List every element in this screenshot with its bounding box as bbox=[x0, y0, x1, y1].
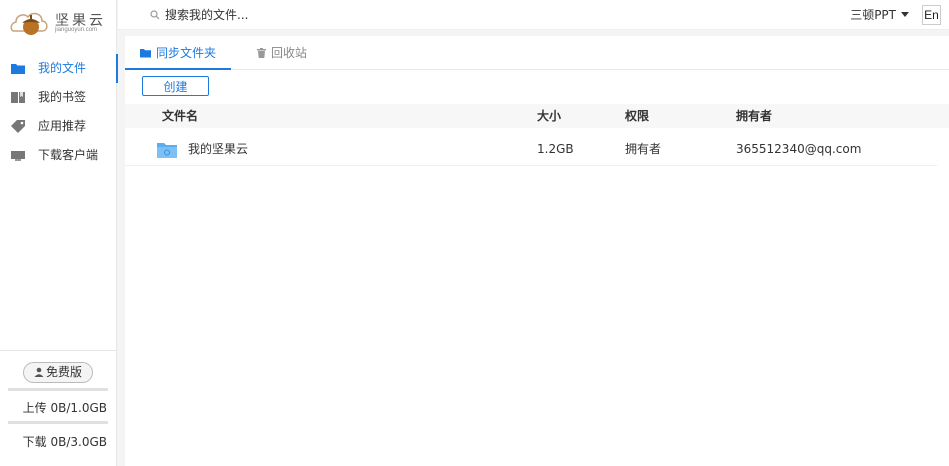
app-window: 坚果云 jianguoyun.com 我的文件 我的书签 应用推荐 下载客户端 … bbox=[0, 0, 949, 466]
top-bar: 三顿PPT En bbox=[118, 0, 949, 30]
divider bbox=[0, 350, 117, 351]
tag-icon bbox=[11, 120, 25, 133]
caret-down-icon bbox=[901, 12, 909, 17]
sidebar-item-my-files[interactable]: 我的文件 bbox=[0, 54, 118, 83]
file-owner: 365512340@qq.com bbox=[736, 142, 862, 156]
sidebar-item-download-client[interactable]: 下载客户端 bbox=[0, 141, 117, 170]
tab-recycle-bin[interactable]: 回收站 bbox=[257, 36, 307, 70]
sidebar-nav: 我的文件 我的书签 应用推荐 下载客户端 bbox=[0, 54, 118, 170]
tab-bar: 同步文件夹 回收站 bbox=[125, 36, 949, 70]
folder-icon bbox=[11, 64, 25, 74]
create-button[interactable]: 创建 bbox=[142, 76, 209, 96]
column-header-permission[interactable]: 权限 bbox=[625, 104, 649, 128]
table-row[interactable]: 我的坚果云 1.2GB 拥有者 365512340@qq.com bbox=[125, 132, 937, 166]
search-input[interactable] bbox=[148, 6, 448, 24]
plan-badge[interactable]: 免费版 bbox=[23, 362, 93, 383]
sidebar-item-app-recommend[interactable]: 应用推荐 bbox=[0, 112, 117, 141]
sidebar: 坚果云 jianguoyun.com 我的文件 我的书签 应用推荐 下载客户端 … bbox=[0, 0, 118, 466]
upload-quota-text: 上传 0B/1.0GB bbox=[22, 401, 107, 415]
folder-icon bbox=[140, 49, 151, 58]
language-button[interactable]: En bbox=[922, 5, 941, 25]
sidebar-item-label: 我的书签 bbox=[38, 90, 87, 104]
upload-quota-bar bbox=[8, 388, 108, 391]
column-header-name[interactable]: 文件名 bbox=[162, 104, 198, 128]
download-quota-text: 下载 0B/3.0GB bbox=[22, 435, 107, 449]
tab-sync-folders[interactable]: 同步文件夹 bbox=[125, 36, 231, 70]
trash-icon bbox=[257, 48, 266, 58]
tab-label: 同步文件夹 bbox=[156, 46, 217, 60]
file-permission: 拥有者 bbox=[625, 142, 662, 156]
sidebar-item-label: 下载客户端 bbox=[38, 148, 99, 162]
column-header-size[interactable]: 大小 bbox=[537, 104, 561, 128]
main-panel: 同步文件夹 回收站 创建 文件名 大小 权限 拥有者 我的坚果云 1.2GB 拥… bbox=[125, 36, 949, 466]
sidebar-item-label: 应用推荐 bbox=[38, 119, 87, 133]
brand-logo[interactable]: 坚果云 jianguoyun.com bbox=[10, 5, 110, 39]
user-menu[interactable]: 三顿PPT bbox=[850, 6, 909, 23]
plan-badge-label: 免费版 bbox=[45, 365, 82, 379]
monitor-icon bbox=[11, 151, 25, 161]
sidebar-item-bookmarks[interactable]: 我的书签 bbox=[0, 83, 117, 112]
column-header-owner[interactable]: 拥有者 bbox=[736, 104, 772, 128]
user-name: 三顿PPT bbox=[850, 8, 896, 22]
tab-label: 回收站 bbox=[271, 46, 308, 60]
sidebar-item-label: 我的文件 bbox=[38, 61, 87, 75]
brand-domain: jianguoyun.com bbox=[55, 27, 98, 33]
quota-panel: 免费版 上传 0B/1.0GB 下载 0B/3.0GB bbox=[0, 350, 117, 449]
table-header: 文件名 大小 权限 拥有者 bbox=[125, 104, 949, 128]
file-name[interactable]: 我的坚果云 bbox=[188, 132, 248, 166]
user-icon bbox=[34, 367, 44, 377]
acorn-logo-icon bbox=[10, 12, 48, 35]
bookmark-icon bbox=[11, 92, 25, 103]
download-quota-bar bbox=[8, 421, 108, 424]
file-size: 1.2GB bbox=[537, 142, 574, 156]
sync-folder-icon bbox=[157, 143, 177, 158]
